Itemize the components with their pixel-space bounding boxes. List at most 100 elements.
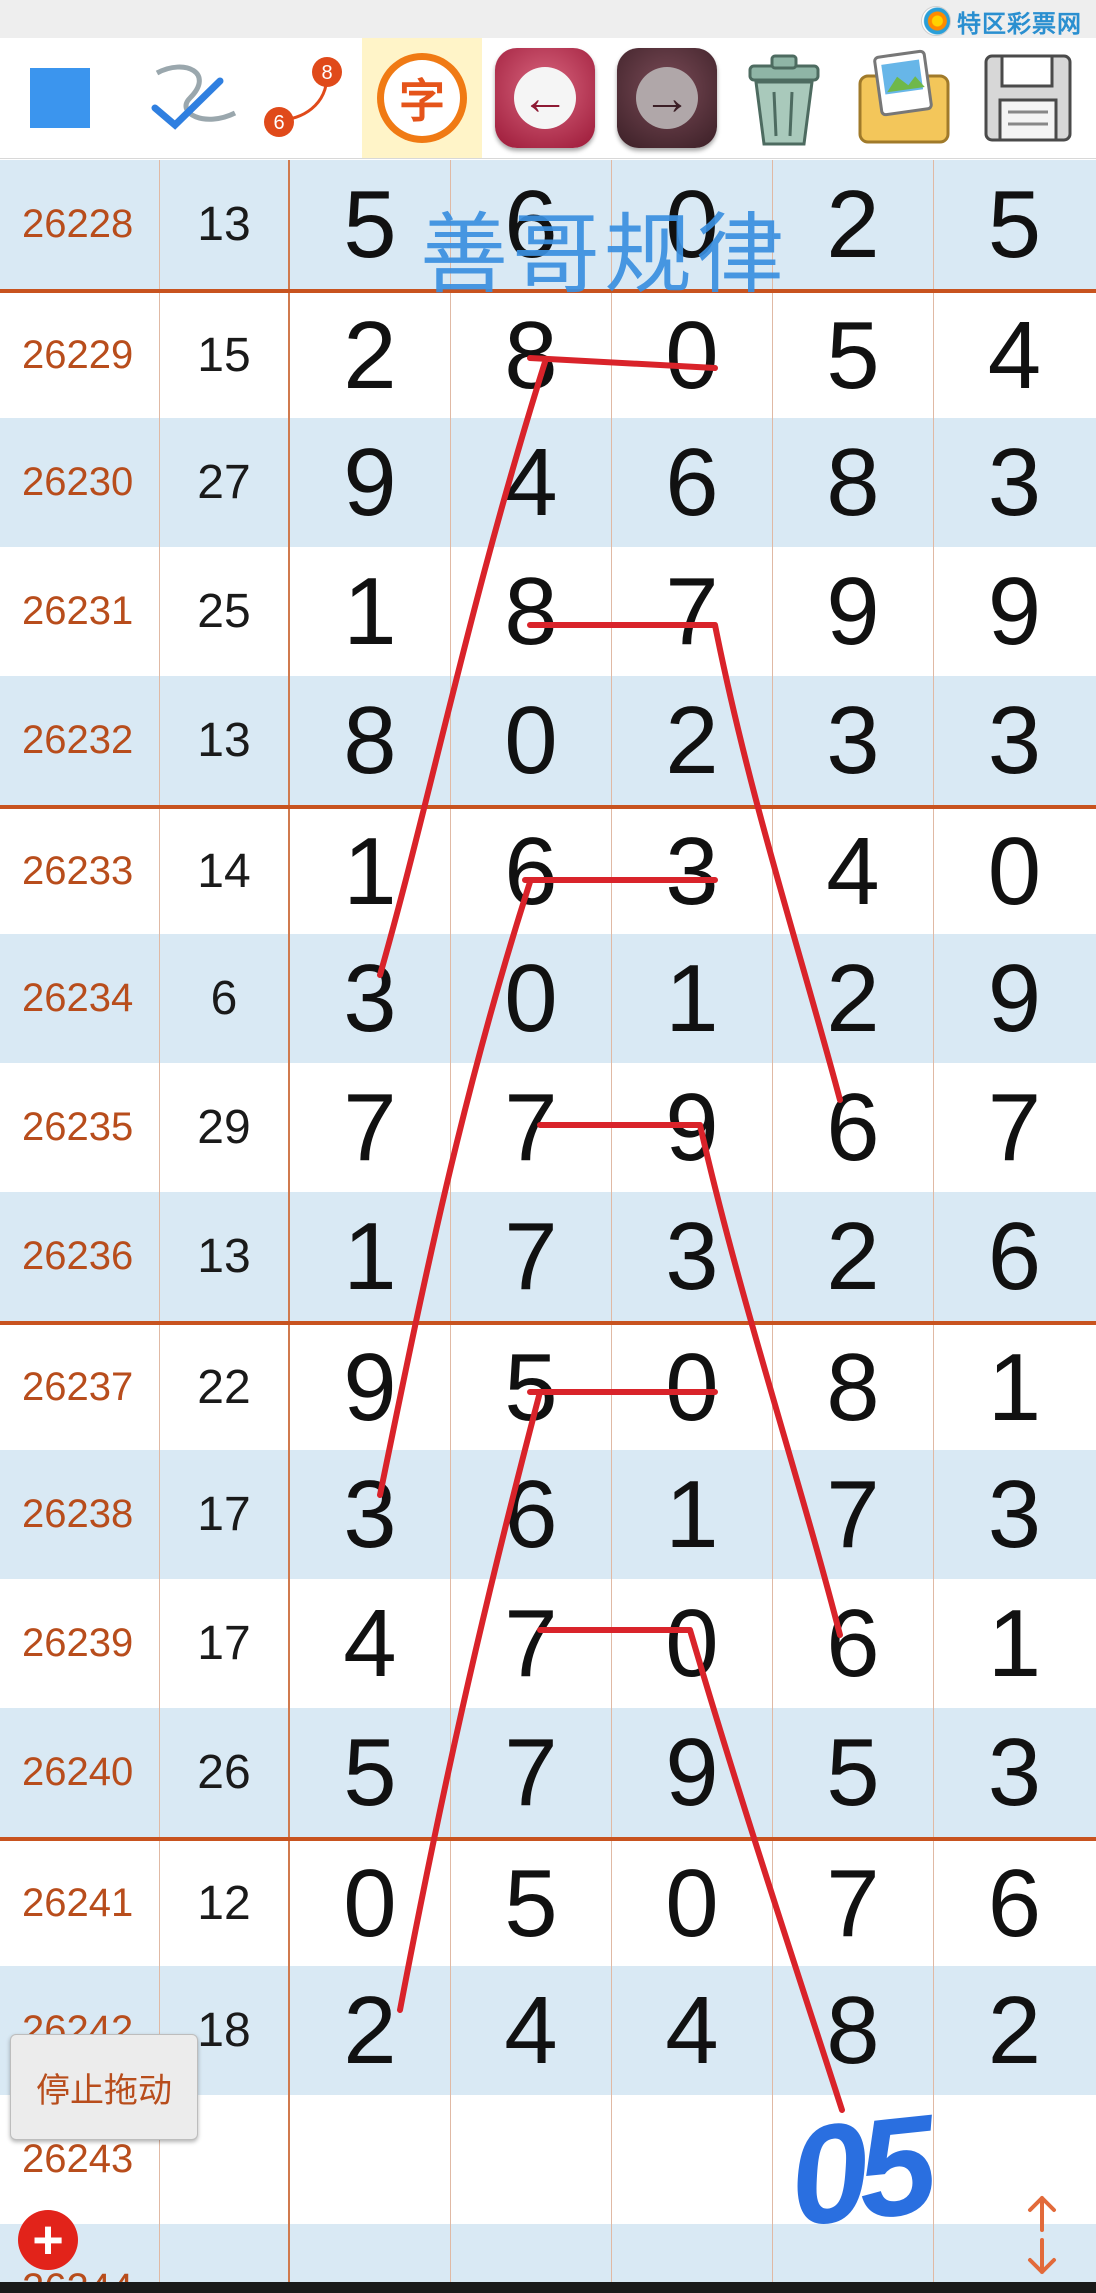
digit-cell: 7 [612,547,773,676]
digit-cell: 4 [290,1579,451,1708]
digit-cell: 2 [290,1966,451,2095]
digit-cell: 0 [451,934,612,1063]
scroll-arrows-icon[interactable] [1012,2190,1072,2280]
gallery-button[interactable] [848,38,960,158]
digit-cell: 8 [773,418,934,547]
digit-cell: 7 [290,1063,451,1192]
issue-number: 26241 [0,1841,160,1966]
digit-cell: 3 [290,934,451,1063]
zi-text-icon: 字 [377,53,467,143]
digit-sum: 17 [160,1450,290,1579]
save-button[interactable] [968,38,1088,158]
pen-tool[interactable] [140,38,250,158]
digit-cell: 5 [451,1841,612,1966]
bottom-edge [0,2282,1096,2293]
blue-square-tool[interactable] [30,38,90,158]
results-table: 26228 13 5 6 0 2 5 26229 15 2 8 0 5 4 26230 27 9 4 6 8 3 2623… [0,160,1096,2293]
digit-cell: 3 [612,809,773,934]
digit-sum: 15 [160,293,290,418]
table-row: 26239 17 4 7 0 6 1 [0,1579,1096,1708]
issue-number: 26238 [0,1450,160,1579]
forward-button[interactable]: → [612,38,722,158]
digit-cell: 7 [451,1579,612,1708]
trash-button[interactable] [728,38,840,158]
digit-cell: 2 [773,160,934,289]
handwritten-prediction: 05 [782,2085,934,2256]
digit-cell: 3 [290,1450,451,1579]
trash-icon [748,54,820,146]
digit-cell: 0 [290,1841,451,1966]
digit-cell: 1 [612,1450,773,1579]
issue-number: 26234 [0,934,160,1063]
digit-cell: 0 [612,293,773,418]
digit-cell: 4 [773,809,934,934]
back-arrow-icon: ← [495,48,595,148]
digit-cell: 7 [773,1841,934,1966]
digit-cell: 1 [612,934,773,1063]
table-row: 26234 6 3 0 1 2 9 [0,934,1096,1063]
number-line-tool[interactable]: 8 6 [255,38,355,158]
digit-cell: 6 [987,1849,1042,1957]
overlay-title: 善哥规律 [420,205,789,304]
digit-cell [290,2095,451,2224]
issue-number: 26237 [0,1325,160,1450]
digit-cell: 1 [987,1589,1042,1697]
back-button[interactable]: ← [490,38,600,158]
digit-cell: 5 [773,293,934,418]
digit-cell: 5 [773,1708,934,1837]
digit-cell: 9 [987,557,1042,665]
digit-cell: 3 [773,676,934,805]
digit-cell: 8 [451,547,612,676]
brand: 特区彩票网 [921,6,1082,38]
gallery-icon [858,49,950,144]
digit-cell: 4 [451,418,612,547]
digit-cell: 2 [612,676,773,805]
digit-cell: 6 [612,418,773,547]
text-tool[interactable]: 字 [362,38,482,158]
stop-drag-button[interactable]: 停止拖动 [10,2034,198,2140]
digit-sum: 12 [160,1841,290,1966]
issue-number: 26228 [0,160,160,289]
digit-cell: 3 [987,1460,1042,1568]
issue-number: 26236 [0,1192,160,1321]
digit-cell: 1 [290,809,451,934]
digit-cell: 7 [987,1073,1042,1181]
issue-number: 26233 [0,809,160,934]
digit-sum: 14 [160,809,290,934]
digit-cell: 0 [987,817,1042,925]
table-row: 26232 13 8 0 2 3 3 [0,676,1096,805]
table-row: 26233 14 1 6 3 4 0 [0,805,1096,934]
issue-number: 26231 [0,547,160,676]
issue-number: 26239 [0,1579,160,1708]
digit-cell: 9 [773,547,934,676]
pen-check-icon [151,64,237,130]
digit-cell: 0 [612,1841,773,1966]
digit-cell [612,2095,773,2224]
digit-cell: 6 [451,809,612,934]
table-row: 26241 12 0 5 0 7 6 [0,1837,1096,1966]
table-row: 26236 13 1 7 3 2 6 [0,1192,1096,1321]
digit-cell: 2 [773,1192,934,1321]
digit-cell: 7 [451,1063,612,1192]
digit-cell: 0 [612,1325,773,1450]
digit-cell: 5 [987,170,1042,278]
digit-cell: 3 [612,1192,773,1321]
digit-cell: 6 [773,1063,934,1192]
number-line-icon: 8 6 [264,57,342,137]
digit-cell: 7 [451,1192,612,1321]
digit-cell: 3 [987,1718,1042,1826]
brand-logo-icon [921,6,951,36]
digit-cell: 4 [451,1966,612,2095]
digit-cell: 0 [451,676,612,805]
status-bar: 特区彩票网 [0,0,1096,38]
digit-cell: 8 [451,293,612,418]
digit-cell: 3 [987,428,1042,536]
digit-sum: 13 [160,1192,290,1321]
digit-cell: 6 [987,1202,1042,1310]
table-row: 26230 27 9 4 6 8 3 [0,418,1096,547]
add-icon[interactable]: + [18,2210,78,2270]
digit-cell: 9 [612,1063,773,1192]
digit-cell: 4 [612,1966,773,2095]
digit-cell: 2 [987,1976,1042,2084]
digit-cell: 9 [290,418,451,547]
